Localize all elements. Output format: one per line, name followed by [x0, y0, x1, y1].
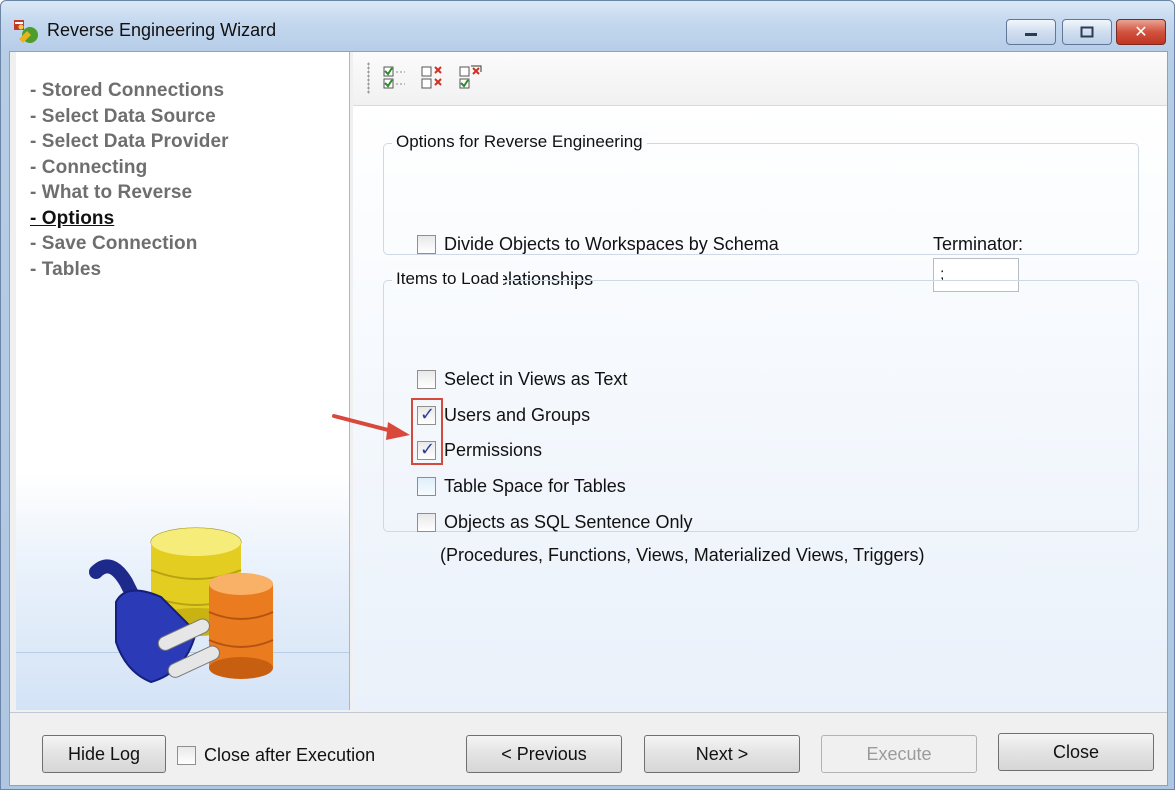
objects-sql-label: Objects as SQL Sentence Only [444, 512, 693, 532]
highlight-box [411, 398, 443, 465]
app-icon [14, 20, 38, 43]
divide-objects-label: Divide Objects to Workspaces by Schema [444, 234, 779, 254]
maximize-button[interactable] [1062, 19, 1112, 45]
table-space-checkbox[interactable] [417, 477, 436, 496]
invert-selection-icon[interactable] [457, 64, 485, 92]
terminator-label: Terminator: [933, 234, 1024, 254]
step-stored-connections[interactable]: - Stored Connections [30, 78, 229, 104]
close-button[interactable]: Close [998, 733, 1154, 771]
minimize-icon [1025, 33, 1037, 36]
options-panel: Options for Reverse Engineering Divide O… [353, 52, 1167, 710]
wizard-footer: Hide Log Close after Execution < Previou… [10, 712, 1167, 787]
window-title: Reverse Engineering Wizard [47, 20, 277, 40]
wizard-window: Reverse Engineering Wizard ✕ - Stored Co… [0, 0, 1175, 790]
wizard-steps-sidebar: - Stored Connections - Select Data Sourc… [16, 52, 350, 710]
select-in-views-checkbox[interactable] [417, 370, 436, 389]
step-what-to-reverse[interactable]: - What to Reverse [30, 180, 229, 206]
table-space-checkbox-row[interactable]: Table Space for Tables [417, 476, 626, 497]
table-space-label: Table Space for Tables [444, 476, 626, 496]
objects-sql-note: (Procedures, Functions, Views, Materiali… [440, 545, 925, 565]
select-in-views-label: Select in Views as Text [444, 369, 628, 389]
check-all-icon[interactable] [381, 64, 409, 92]
execute-button[interactable]: Execute [821, 735, 977, 773]
divide-objects-checkbox-row[interactable]: Divide Objects to Workspaces by Schema [417, 234, 779, 255]
wizard-steps-list: - Stored Connections - Select Data Sourc… [30, 78, 229, 282]
previous-button[interactable]: < Previous [466, 735, 622, 773]
step-options[interactable]: - Options [30, 206, 229, 232]
hide-log-button[interactable]: Hide Log [42, 735, 166, 773]
uncheck-all-icon[interactable] [419, 64, 447, 92]
close-after-execution-row[interactable]: Close after Execution [177, 745, 375, 766]
step-tables[interactable]: - Tables [30, 257, 229, 283]
options-group-legend: Options for Reverse Engineering [392, 132, 647, 152]
next-button[interactable]: Next > [644, 735, 800, 773]
annotation-arrow-icon [332, 414, 410, 440]
title-bar[interactable]: Reverse Engineering Wizard ✕ [1, 1, 1174, 51]
maximize-icon [1080, 26, 1094, 38]
select-in-views-checkbox-row[interactable]: Select in Views as Text [417, 369, 627, 390]
options-toolbar [353, 52, 1167, 106]
step-save-connection[interactable]: - Save Connection [30, 231, 229, 257]
toolbar-grip[interactable] [367, 62, 370, 94]
step-select-data-source[interactable]: - Select Data Source [30, 104, 229, 130]
database-plug-icon [89, 527, 274, 684]
close-after-execution-label: Close after Execution [204, 745, 376, 765]
divide-objects-checkbox[interactable] [417, 235, 436, 254]
wizard-client-area: - Stored Connections - Select Data Sourc… [9, 51, 1168, 786]
close-window-button[interactable]: ✕ [1116, 19, 1166, 45]
minimize-button[interactable] [1006, 19, 1056, 45]
objects-sql-checkbox[interactable] [417, 513, 436, 532]
close-after-execution-checkbox[interactable] [177, 746, 196, 765]
close-icon: ✕ [1134, 24, 1148, 41]
objects-sql-checkbox-row[interactable]: Objects as SQL Sentence Only [417, 512, 692, 533]
items-to-load-legend: Items to Load [392, 269, 504, 289]
step-connecting[interactable]: - Connecting [30, 155, 229, 181]
step-select-data-provider[interactable]: - Select Data Provider [30, 129, 229, 155]
permissions-label: Permissions [444, 440, 543, 460]
users-groups-label: Users and Groups [444, 405, 591, 425]
